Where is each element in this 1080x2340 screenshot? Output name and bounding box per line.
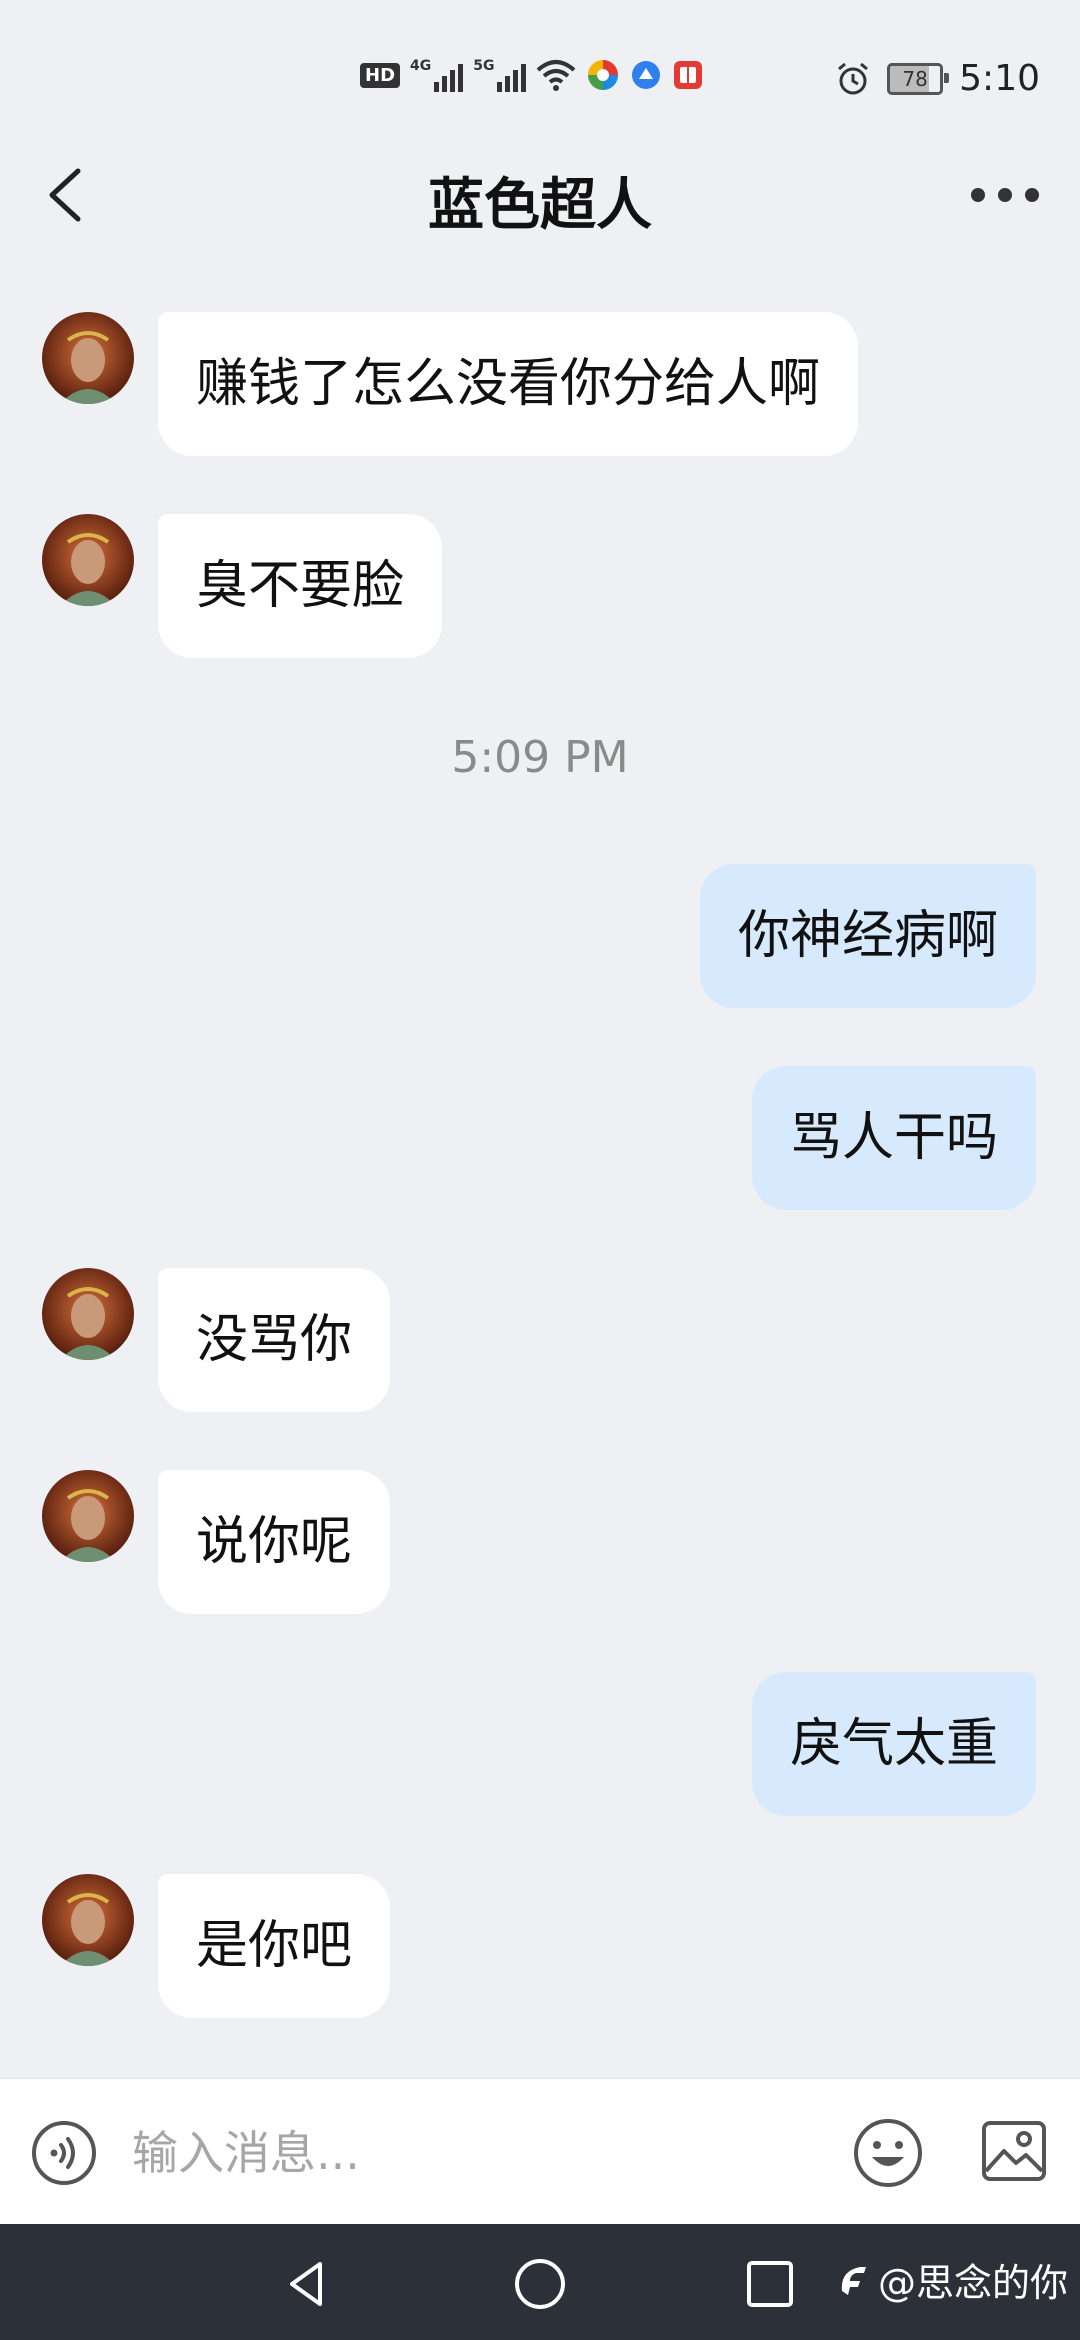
- battery-level: 78: [902, 66, 928, 91]
- avatar[interactable]: [42, 514, 134, 606]
- hd-badge: HD: [360, 62, 401, 88]
- battery-icon: 78: [887, 62, 950, 95]
- triangle-back-icon: [290, 2262, 322, 2306]
- message-bubble-outgoing: 戾气太重: [751, 1672, 1036, 1816]
- watermark-logo-icon: [841, 2266, 866, 2295]
- message-bubble-outgoing: 骂人干吗: [751, 1066, 1036, 1210]
- emoji-icon: [854, 2119, 922, 2187]
- message-bubble-outgoing: 你神经病啊: [699, 864, 1036, 1008]
- voice-input-button[interactable]: [30, 2119, 98, 2187]
- chat-screen: HD 4G 5G 78 5:10 蓝色超人 赚钱了怎么没看你分给人啊 臭不要脸 …: [0, 0, 1080, 2340]
- nav-back-button[interactable]: [280, 2256, 336, 2312]
- emoji-button[interactable]: [852, 2117, 924, 2189]
- signal-5g-icon: 5G: [473, 58, 527, 92]
- status-icons-left: HD 4G 5G: [360, 58, 704, 92]
- more-dots-icon: [971, 188, 1039, 202]
- reader-notification-icon: [674, 61, 703, 89]
- avatar[interactable]: [42, 1470, 134, 1562]
- chat-header: 蓝色超人: [0, 120, 1080, 270]
- status-bar: HD 4G 5G 78 5:10: [0, 0, 1080, 120]
- message-bubble-incoming: 是你吧: [158, 1874, 391, 2018]
- wifi-icon: [537, 60, 576, 91]
- image-button[interactable]: [980, 2117, 1048, 2185]
- contact-avatar-icon: [42, 1268, 134, 1360]
- avatar[interactable]: [42, 1874, 134, 1966]
- contact-avatar-icon: [42, 312, 134, 404]
- contact-avatar-icon: [42, 1874, 134, 1966]
- status-time: 5:10: [959, 58, 1040, 99]
- chat-title: 蓝色超人: [428, 173, 652, 238]
- square-recents-icon: [747, 2261, 793, 2307]
- more-options-button[interactable]: [960, 165, 1050, 225]
- message-input-bar: [0, 2078, 1080, 2225]
- app-notification-icon: [588, 60, 619, 90]
- signal-4g-icon: 4G: [410, 58, 464, 92]
- message-input[interactable]: [130, 2109, 834, 2197]
- contact-avatar-icon: [42, 1470, 134, 1562]
- watermark-text: @思念的你: [877, 2261, 1068, 2305]
- avatar[interactable]: [42, 1268, 134, 1360]
- avatar[interactable]: [42, 312, 134, 404]
- system-nav-bar: @思念的你: [0, 2224, 1080, 2340]
- message-bubble-incoming: 臭不要脸: [158, 514, 443, 658]
- message-bubble-incoming: 没骂你: [158, 1268, 391, 1412]
- circle-home-icon: [515, 2259, 565, 2309]
- watermark: @思念的你: [836, 2252, 1068, 2307]
- message-bubble-incoming: 赚钱了怎么没看你分给人啊: [158, 312, 859, 456]
- message-timestamp: 5:09 PM: [451, 732, 629, 783]
- voice-icon: [32, 2121, 96, 2185]
- status-icons-right: 78 5:10: [835, 58, 1040, 99]
- image-icon: [982, 2121, 1046, 2181]
- message-bubble-incoming: 说你呢: [158, 1470, 391, 1614]
- browser-notification-icon: [632, 61, 661, 89]
- nav-recents-button[interactable]: [742, 2256, 798, 2312]
- alarm-icon: [838, 62, 869, 94]
- contact-avatar-icon: [42, 514, 134, 606]
- nav-home-button[interactable]: [512, 2256, 568, 2312]
